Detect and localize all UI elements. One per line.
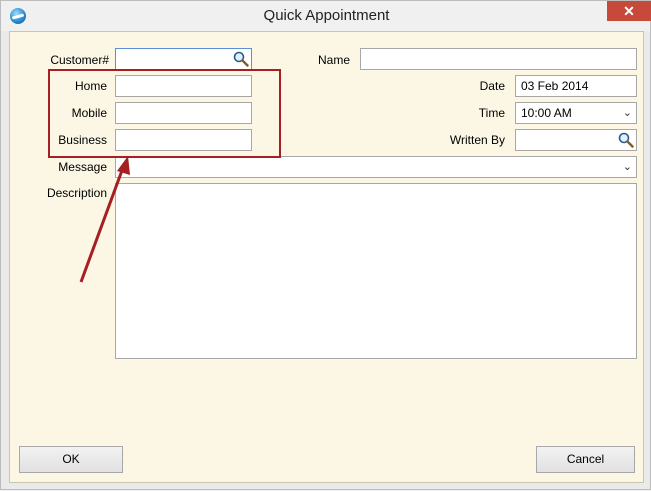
quick-appointment-dialog: Quick Appointment ✕ Customer# Name Home … (0, 0, 651, 490)
annotation-arrow (79, 156, 130, 283)
